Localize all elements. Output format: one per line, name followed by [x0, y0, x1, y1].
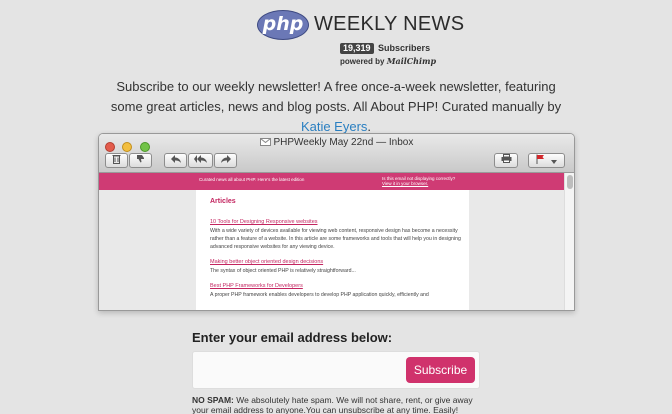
subscriber-label: Subscribers [378, 43, 431, 53]
print-button[interactable] [494, 153, 518, 168]
php-logo-mark: php [257, 10, 309, 40]
article-title[interactable]: Best PHP Frameworks for Developers [210, 283, 461, 289]
email-content: Articles 10 Tools for Designing Responsi… [196, 190, 469, 310]
no-spam-label: NO SPAM: [192, 395, 234, 405]
no-spam-notice: NO SPAM: We absolutely hate spam. We wil… [192, 395, 482, 414]
article-item: 10 Tools for Designing Responsive websit… [210, 219, 461, 251]
flag-icon [536, 154, 548, 167]
article-description: A proper PHP framework enables developer… [210, 292, 429, 298]
window-title: PHPWeekly May 22nd — Inbox [99, 137, 574, 148]
mail-icon [259, 137, 274, 148]
no-spam-text: We absolutely hate spam. We will not sha… [192, 395, 473, 414]
author-link[interactable]: Katie Eyers [301, 119, 367, 134]
chevron-down-icon [550, 156, 557, 167]
email-banner: Curated news all about PHP. Here's the l… [99, 173, 574, 190]
email-scrollbar[interactable] [564, 173, 574, 310]
window-title-text: PHPWeekly May 22nd — Inbox [273, 137, 414, 148]
email-form-heading: Enter your email address below: [192, 330, 393, 345]
article-description: The syntax of object oriented PHP is rel… [210, 268, 356, 274]
mailchimp-logo: MailChimp [386, 56, 437, 66]
junk-button[interactable] [129, 153, 152, 168]
forward-icon [220, 155, 231, 166]
powered-by: powered by MailChimp [340, 56, 436, 66]
subscriber-count: 19,319 [340, 43, 374, 54]
banner-tagline: Curated news all about PHP. Here's the l… [199, 177, 305, 182]
trash-icon [112, 155, 121, 167]
article-title[interactable]: 10 Tools for Designing Responsive websit… [210, 219, 461, 225]
forward-button[interactable] [214, 153, 237, 168]
subscribe-form: Subscribe [192, 351, 480, 389]
reply-all-button[interactable] [188, 153, 213, 168]
article-item: Best PHP Frameworks for Developers A pro… [210, 283, 461, 299]
php-weekly-logo[interactable]: php WEEKLY NEWS [257, 10, 464, 42]
thumbs-down-icon [136, 155, 145, 166]
reply-all-icon [194, 155, 207, 166]
article-description: With a wide variety of devices available… [210, 228, 461, 250]
logo-text: WEEKLY NEWS [314, 13, 465, 35]
delete-button[interactable] [105, 153, 128, 168]
article-item: Making better object oriented design dec… [210, 259, 461, 275]
email-preview-window: PHPWeekly May 22nd — Inbox Curated news … [98, 133, 575, 311]
banner-browser-link[interactable]: Is this email not displaying correctly? … [382, 176, 455, 186]
scrollbar-thumb[interactable] [567, 175, 573, 189]
view-in-browser-link[interactable]: View it in your browser. [382, 181, 428, 186]
powered-prefix: powered by [340, 57, 385, 66]
intro-suffix: . [367, 119, 372, 134]
reply-icon [170, 155, 181, 166]
intro-body: Subscribe to our weekly newsletter! A fr… [110, 79, 562, 114]
email-input[interactable] [199, 357, 399, 385]
email-body: Curated news all about PHP. Here's the l… [99, 173, 574, 310]
reply-button[interactable] [164, 153, 187, 168]
articles-heading: Articles [210, 198, 236, 205]
intro-text: Subscribe to our weekly newsletter! A fr… [100, 77, 572, 137]
article-title[interactable]: Making better object oriented design dec… [210, 259, 461, 265]
flag-button[interactable] [528, 153, 565, 168]
subscriber-badge: 19,319 Subscribers [340, 43, 430, 55]
print-icon [501, 154, 512, 166]
window-titlebar: PHPWeekly May 22nd — Inbox [99, 134, 574, 173]
subscribe-button[interactable]: Subscribe [406, 357, 475, 383]
